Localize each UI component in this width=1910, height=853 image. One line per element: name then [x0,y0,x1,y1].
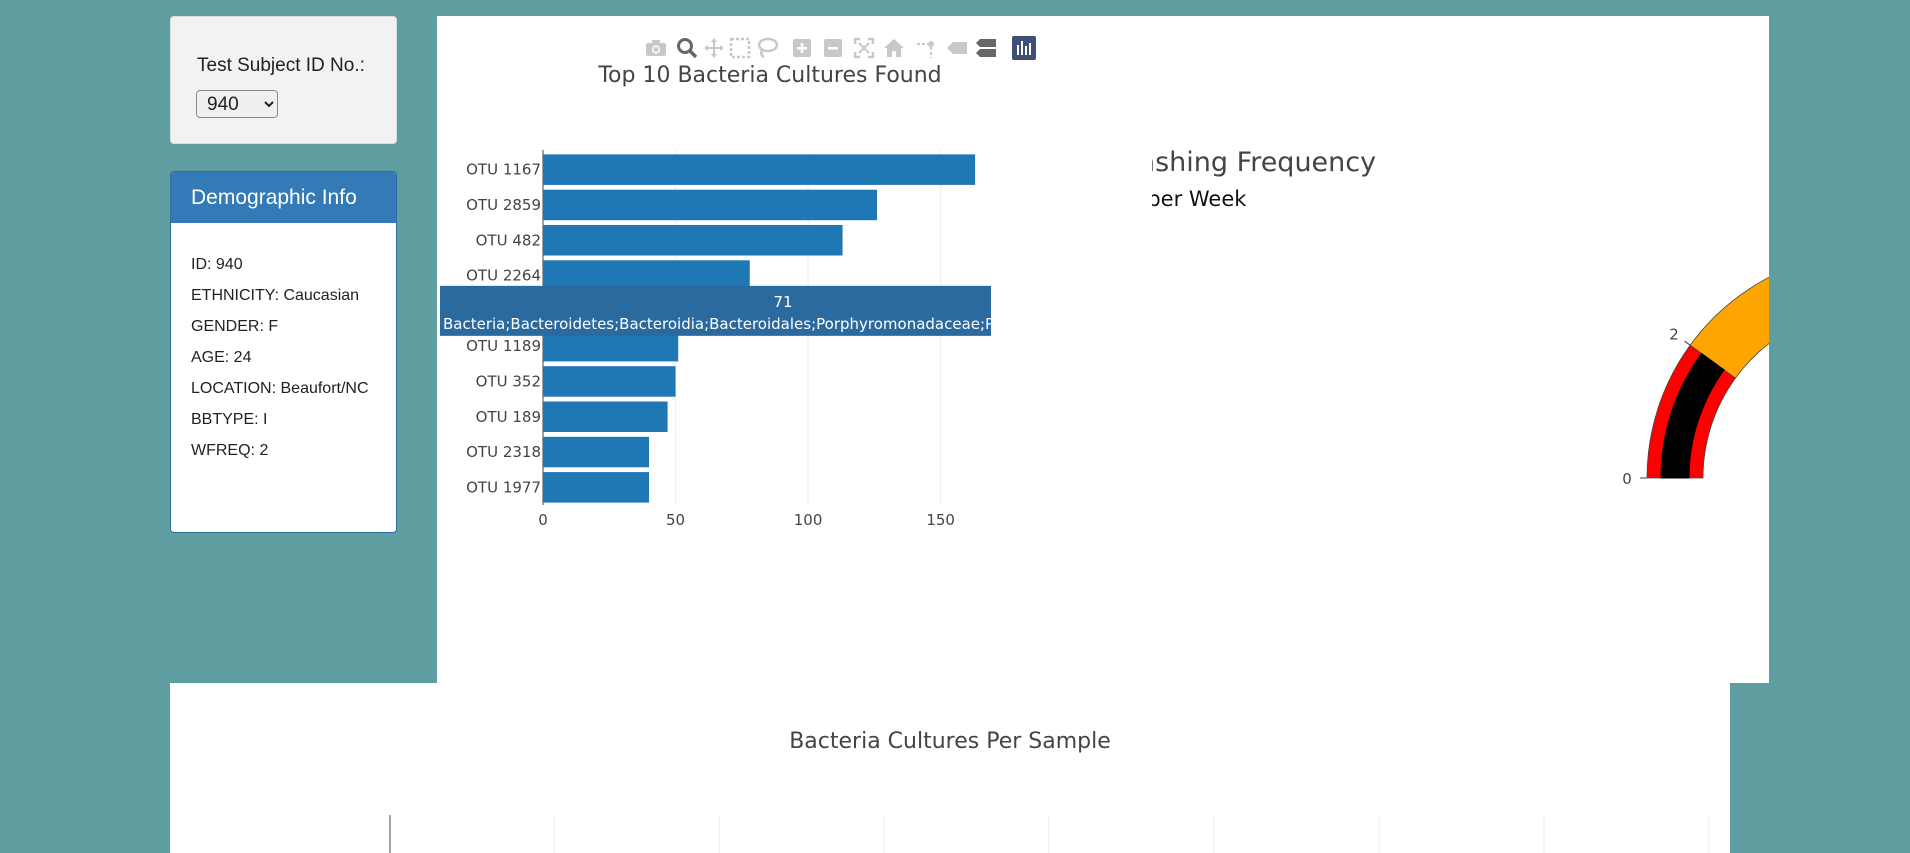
gauge-tick [1684,340,1691,346]
bar-y-tick-label: OTU 189 [476,408,541,426]
bar-y-tick-label: OTU 352 [476,372,541,390]
demo-bbtype: BBTYPE: I [191,411,268,428]
bar-rect[interactable] [543,436,650,468]
gauge-tick-label: 2 [1669,325,1679,343]
bar-x-tick-label: 0 [538,511,548,529]
hover-tooltip-label: Bacteria;Bacteroidetes;Bacteroidia;Bacte… [443,315,1037,333]
bar-rect[interactable] [543,189,878,221]
demo-location: LOCATION: Beaufort/NC [191,380,369,397]
bubble-chart-container: Bacteria Cultures Per Sample [170,683,1730,853]
bar-x-tick-label: 100 [794,511,823,529]
demographic-info-header: Demographic Info [171,172,396,223]
bar-chart-title: Top 10 Bacteria Cultures Found [597,63,941,88]
bar-rect[interactable] [543,225,843,256]
gauge-title: Belly Button Washing Frequency [1152,147,1376,178]
bar-rect[interactable] [543,472,650,503]
bar-x-tick-label: 50 [666,511,685,529]
demo-id: ID: 940 [191,256,243,273]
bubble-chart-title: Bacteria Cultures Per Sample [789,729,1111,754]
bar-y-tick-label: OTU 2859 [466,196,541,214]
bar-y-tick-label: OTU 1977 [466,478,541,496]
top-bacteria-bar-chart: Top 10 Bacteria Cultures Found OTU 1167 O… [440,63,1037,529]
bar-y-tick-label: OTU 1189 [466,337,541,355]
bar-rect[interactable] [543,401,668,433]
gauge-tick-label: 0 [1622,470,1632,488]
subject-id-select[interactable]: 940 [196,90,278,118]
subject-id-label: Test Subject ID No.: [197,55,365,76]
bar-y-tick-label: OTU 2264 [466,267,541,285]
gauge-subtitle: Scrubs per Week [1152,187,1247,211]
demo-gender: GENDER: F [191,318,279,335]
demo-ethnicity: ETHNICITY: Caucasian [191,287,360,304]
washing-frequency-gauge: Belly Button Washing Frequency Scrubs pe… [1152,147,1769,488]
bar-x-tick-label: 150 [926,511,955,529]
demo-age: AGE: 24 [191,349,252,366]
bar-y-tick-label: OTU 1167 [466,161,541,179]
bar-rect[interactable] [543,366,676,397]
subject-selector-panel: Test Subject ID No.: 940 [170,16,397,144]
demographic-info-title: Demographic Info [191,186,357,209]
top-charts-container: Top 10 Bacteria Cultures Found OTU 1167 O… [437,16,1769,683]
demographic-info-panel: Demographic Info ID: 940 ETHNICITY: Cauc… [170,171,397,533]
bar-y-tick-label: OTU 2318 [466,443,541,461]
bar-y-tick-label: OTU 482 [476,231,541,249]
bacteria-per-sample-chart: Bacteria Cultures Per Sample [389,729,1710,853]
bar-rect[interactable] [543,154,976,185]
demo-wfreq: WFREQ: 2 [191,442,269,459]
hover-tooltip-value: 71 [773,293,792,311]
